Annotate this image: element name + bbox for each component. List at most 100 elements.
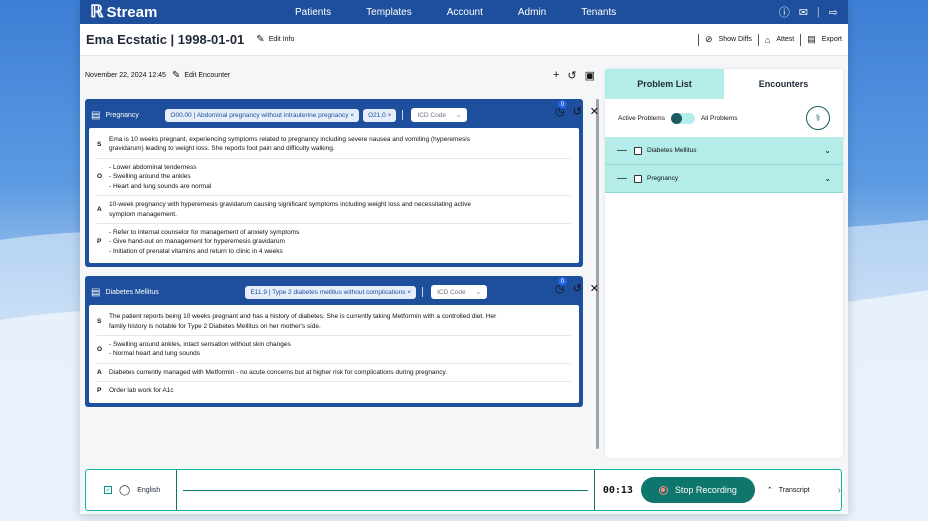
card-header: ▤ Pregnancy O00.00 | Abdominal pregnancy… bbox=[89, 100, 599, 128]
soap-line: - Swelling around ankles, intact sensati… bbox=[109, 341, 291, 349]
edit-info-label: Edit Info bbox=[268, 36, 295, 43]
undo-icon[interactable]: ↺ bbox=[567, 69, 576, 82]
close-icon[interactable]: ✕ bbox=[590, 105, 599, 118]
soap-row-assessment[interactable]: A Diabetes currently managed with Metfor… bbox=[97, 364, 571, 383]
export-button[interactable]: Export bbox=[822, 36, 842, 43]
help-icon[interactable]: ⓘ bbox=[779, 4, 790, 20]
checkbox-icon[interactable]: ✓ bbox=[104, 486, 112, 494]
soap-line: - Lower abdominal tenderness bbox=[109, 163, 197, 171]
list-item[interactable]: — Pregnancy ⌄ bbox=[605, 165, 843, 193]
tab-encounters[interactable]: Encounters bbox=[724, 69, 843, 99]
problem-card: ▤ Diabetes Mellitus E11.9 | Type 2 diabe… bbox=[85, 276, 599, 407]
undo-icon[interactable]: ↺ bbox=[573, 105, 582, 118]
encounter-panel: November 22, 2024 12:45 ✎ Edit Encounter… bbox=[85, 63, 599, 458]
chevron-down-icon[interactable]: ⌄ bbox=[824, 146, 831, 155]
chevron-right-icon[interactable]: › bbox=[838, 485, 841, 496]
minus-icon[interactable]: — bbox=[617, 173, 627, 184]
card-tools: ◷ 0 ↺ ✕ bbox=[555, 100, 599, 118]
soap-text: - Lower abdominal tenderness - Swelling … bbox=[109, 163, 211, 191]
show-diffs-button[interactable]: Show Diffs bbox=[719, 36, 752, 43]
cards-scroll: ▤ Pregnancy O00.00 | Abdominal pregnancy… bbox=[85, 99, 599, 458]
problem-name: Diabetes Mellitus bbox=[647, 147, 697, 154]
list-item[interactable]: — Diabetes Mellitus ⌄ bbox=[605, 137, 843, 165]
nav-icons: ⓘ ✉ | ⇨ bbox=[779, 4, 838, 20]
problem-toggle[interactable] bbox=[670, 112, 695, 124]
close-icon[interactable]: ✕ bbox=[590, 282, 599, 295]
soap-text: Diabetes currently managed with Metformi… bbox=[109, 368, 447, 377]
soap-label: S bbox=[97, 140, 102, 148]
history-icon[interactable]: ◷ 0 bbox=[555, 277, 567, 295]
header-actions: ⊘ Show Diffs ⌂ Attest ▤ Export bbox=[698, 33, 842, 46]
undo-icon[interactable]: ↺ bbox=[573, 282, 582, 295]
problem-filter: Active Problems All Problems ⚕ bbox=[605, 99, 843, 137]
problem-checkbox[interactable] bbox=[634, 174, 642, 183]
soap-row-assessment[interactable]: A 10-week pregnancy with hyperemesis gra… bbox=[97, 196, 571, 224]
nav-link-templates[interactable]: Templates bbox=[366, 7, 412, 18]
nav-link-tenants[interactable]: Tenants bbox=[581, 7, 616, 18]
code-chip[interactable]: O00.00 | Abdominal pregnancy without int… bbox=[165, 108, 360, 122]
problem-checkbox[interactable] bbox=[634, 146, 642, 155]
icd-placeholder: ICD Code bbox=[417, 111, 446, 119]
nav-link-patients[interactable]: Patients bbox=[295, 7, 331, 18]
logout-icon[interactable]: ⇨ bbox=[829, 6, 838, 19]
chevron-down-icon[interactable]: ⌄ bbox=[824, 174, 831, 183]
divider bbox=[698, 33, 700, 46]
soap-text: - Refer to internal counselor for manage… bbox=[109, 228, 299, 256]
soap-note: S The patient reports being 10 weeks pre… bbox=[89, 305, 579, 403]
globe-icon: ◯ bbox=[119, 484, 131, 496]
brand-name: Stream bbox=[106, 3, 158, 21]
soap-row-objective[interactable]: O - Lower abdominal tenderness - Swellin… bbox=[97, 159, 571, 197]
soap-label: A bbox=[97, 205, 102, 213]
icd-code-select[interactable]: ICD Code ⌄ bbox=[411, 108, 468, 122]
problem-list: — Diabetes Mellitus ⌄ — Pregnancy ⌄ bbox=[605, 137, 843, 193]
soap-row-subjective[interactable]: S Ema is 10 weeks pregnant, experiencing… bbox=[97, 131, 571, 159]
code-chip[interactable]: E11.9 | Type 2 diabetes mellitus without… bbox=[245, 285, 417, 299]
soap-label: S bbox=[97, 317, 102, 325]
card-title: Diabetes Mellitus bbox=[105, 288, 159, 296]
sidebar-tabs: Problem List Encounters bbox=[605, 69, 843, 99]
problem-card: ▤ Pregnancy O00.00 | Abdominal pregnancy… bbox=[85, 99, 599, 268]
soap-line: Ema is 10 weeks pregnant, experiencing s… bbox=[109, 136, 470, 143]
soap-line: - Normal heart and lung sounds bbox=[109, 350, 201, 358]
soap-label: P bbox=[97, 238, 102, 246]
record-icon bbox=[658, 485, 668, 495]
logo[interactable]: ℝ Stream bbox=[90, 2, 295, 22]
soap-line: 10-week pregnancy with hyperemesis gravi… bbox=[109, 201, 472, 209]
language-selector[interactable]: ✓ ◯ English bbox=[86, 485, 176, 496]
minus-icon[interactable]: — bbox=[617, 145, 627, 156]
soap-row-plan[interactable]: P - Refer to internal counselor for mana… bbox=[97, 224, 571, 260]
history-icon[interactable]: ◷ 0 bbox=[555, 100, 567, 118]
lock-icon: ⌂ bbox=[764, 34, 771, 45]
soap-row-objective[interactable]: O - Swelling around ankles, intact sensa… bbox=[97, 336, 571, 364]
mail-icon[interactable]: ✉ bbox=[799, 6, 808, 19]
nav-link-account[interactable]: Account bbox=[447, 7, 483, 18]
soap-line: - Refer to internal counselor for manage… bbox=[109, 228, 300, 236]
soap-line: - Heart and lung sounds are normal bbox=[109, 182, 212, 190]
soap-text: 10-week pregnancy with hyperemesis gravi… bbox=[109, 200, 471, 219]
divider bbox=[757, 33, 759, 46]
stop-recording-label: Stop Recording bbox=[674, 485, 737, 495]
icd-code-select[interactable]: ICD Code ⌄ bbox=[431, 285, 488, 300]
transcript-toggle[interactable]: ⌃ Transcript › bbox=[767, 485, 841, 496]
attest-button[interactable]: Attest bbox=[776, 36, 794, 43]
soap-text: Ema is 10 weeks pregnant, experiencing s… bbox=[109, 135, 470, 154]
stop-recording-button[interactable]: Stop Recording bbox=[640, 477, 755, 503]
soap-row-subjective[interactable]: S The patient reports being 10 weeks pre… bbox=[97, 308, 571, 337]
add-icon[interactable]: + bbox=[553, 69, 559, 82]
soap-line: - Swelling around the ankles bbox=[109, 173, 191, 181]
document-icon: ▤ bbox=[91, 109, 101, 121]
code-chips: O00.00 | Abdominal pregnancy without int… bbox=[165, 108, 397, 122]
code-chip[interactable]: O21.0 × bbox=[363, 108, 397, 122]
person-run-icon[interactable]: ⚕ bbox=[806, 106, 830, 130]
tab-problem-list[interactable]: Problem List bbox=[605, 69, 724, 99]
save-icon[interactable]: ▣ bbox=[585, 69, 595, 82]
soap-row-plan[interactable]: P Order lab work for A1c bbox=[97, 382, 571, 399]
soap-text: Order lab work for A1c bbox=[109, 386, 174, 395]
language-label: English bbox=[137, 486, 161, 494]
edit-info-button[interactable]: ✎ Edit Info bbox=[256, 34, 294, 45]
edit-encounter-button[interactable]: Edit Encounter bbox=[184, 72, 230, 79]
nav-link-admin[interactable]: Admin bbox=[518, 7, 546, 18]
divider bbox=[593, 470, 595, 510]
scrollbar[interactable] bbox=[596, 99, 599, 449]
soap-line: - Give hand-out on management for hypere… bbox=[109, 238, 285, 246]
